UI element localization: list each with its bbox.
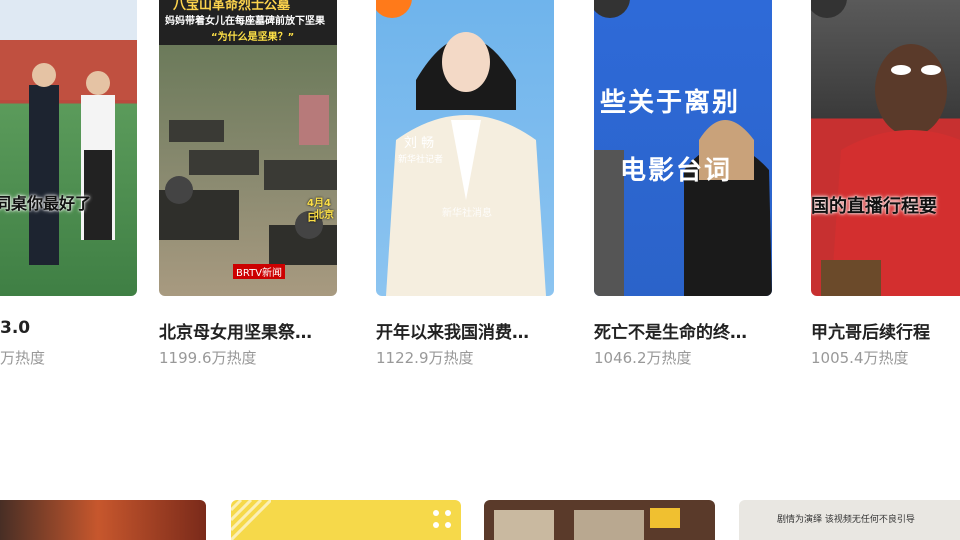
video-title[interactable]: 3.0	[0, 318, 180, 338]
video-card-1[interactable]: 同桌你最好了 3.0 万热度	[0, 0, 137, 367]
heat-count: 1122.9万热度	[376, 349, 474, 367]
watermark: 新华社消息	[442, 208, 492, 219]
heat-count: 1199.6万热度	[159, 349, 257, 367]
window-image	[574, 510, 644, 540]
cemetery-illustration	[159, 95, 337, 265]
grid-dots-icon	[433, 510, 451, 528]
video-title[interactable]: 甲亢哥后续行程	[811, 318, 960, 343]
video-caption: 同桌你最好了	[0, 194, 92, 213]
window-image	[494, 510, 554, 540]
overlay-line-1: 些关于离别	[600, 88, 741, 118]
video-thumbnail[interactable]: 同桌你最好了	[0, 0, 137, 296]
video-thumbnail[interactable]: 八宝山革命烈士公墓 妈妈带着女儿在每座墓碑前放下坚果 “为什么是坚果？” 4月4…	[159, 0, 337, 296]
video-title[interactable]: 北京母女用坚果祭…	[159, 318, 339, 343]
video-card-5[interactable]: 国的直播行程要 甲亢哥后续行程 1005.4万热度	[811, 0, 960, 367]
bottom-video-card-3[interactable]	[484, 500, 715, 540]
video-thumbnail[interactable]: 些关于离别 电影台词	[594, 0, 772, 296]
video-card-3[interactable]: 刘 畅 新华社记者 新华社消息 开年以来我国消费… 1122.9万热度	[376, 0, 554, 367]
heat-count: 1005.4万热度	[811, 349, 909, 367]
bottom-video-card-4[interactable]: 剧情为演绎 该视频无任何不良引导	[739, 500, 960, 540]
video-thumbnail[interactable]: 刘 畅 新华社记者 新华社消息	[376, 0, 554, 296]
movie-illustration	[594, 120, 772, 296]
sign-image	[650, 508, 680, 528]
disclaimer-caption: 剧情为演绎 该视频无任何不良引导	[777, 515, 915, 525]
students-illustration	[0, 40, 137, 265]
overlay-line-2: 电影台词	[620, 156, 733, 186]
anchor-illustration	[386, 32, 546, 296]
video-card-4[interactable]: 些关于离别 电影台词 死亡不是生命的终… 1046.2万热度	[594, 0, 772, 367]
stripe-decoration	[231, 500, 271, 540]
bottom-video-card-1[interactable]	[0, 500, 206, 540]
video-title[interactable]: 死亡不是生命的终…	[594, 318, 774, 343]
video-caption: 国的直播行程要	[811, 196, 937, 217]
brtv-logo: BRTV新闻	[233, 264, 286, 279]
reporter-name: 刘 畅	[404, 136, 435, 151]
heat-count: 1046.2万热度	[594, 349, 692, 367]
place-label: 北京	[314, 210, 334, 221]
video-card-2[interactable]: 八宝山革命烈士公墓 妈妈带着女儿在每座墓碑前放下坚果 “为什么是坚果？” 4月4…	[159, 0, 337, 367]
bottom-video-card-2[interactable]	[231, 500, 461, 540]
reporter-role: 新华社记者	[398, 155, 444, 165]
video-title[interactable]: 开年以来我国消费…	[376, 318, 556, 343]
heat-count: 万热度	[0, 349, 46, 367]
video-thumbnail[interactable]: 国的直播行程要	[811, 0, 960, 296]
streamer-illustration	[821, 44, 960, 296]
